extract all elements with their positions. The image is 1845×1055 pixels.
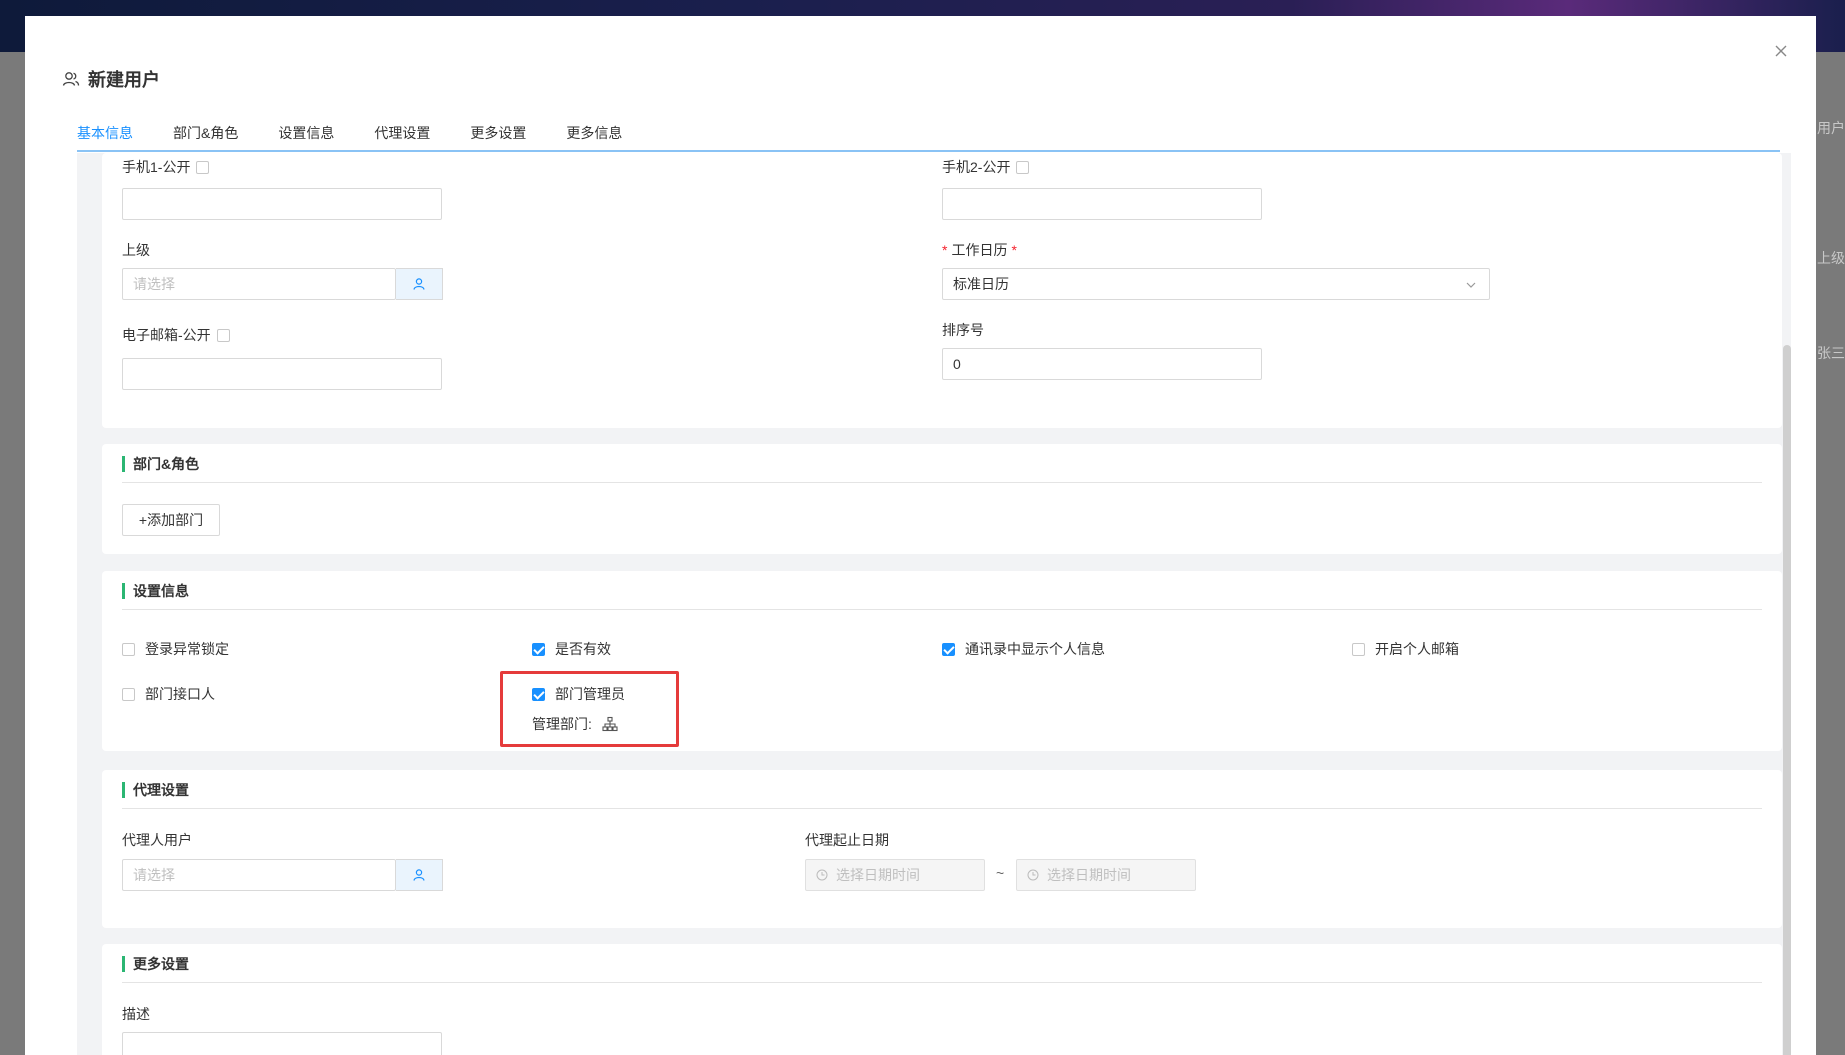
chevron-down-icon <box>1466 282 1476 288</box>
dialog-title-text: 新建用户 <box>88 70 160 90</box>
proxy-card: 代理设置 代理人用户 请选择 代理起止日期 选择日期时间 ~ 选择日期时间 <box>102 770 1782 928</box>
basic-info-card: 手机1-公开 手机2-公开 上级 请选择 * 工作日历 * 标准日历 电子邮箱-… <box>102 153 1782 428</box>
calendar-select[interactable]: 标准日历 <box>942 268 1490 300</box>
new-user-dialog: 新建用户 基本信息 部门&角色 设置信息 代理设置 更多设置 更多信息 手机1-… <box>25 16 1816 1055</box>
background-label-user: 用户 <box>1817 120 1845 136</box>
section-divider <box>122 982 1762 983</box>
superior-placeholder: 请选择 <box>133 276 175 292</box>
is-valid-checkbox-box <box>532 642 545 656</box>
settings-card: 设置信息 登录异常锁定 是否有效 通讯录中显示个人信息 开启个人邮箱 部门接口人 <box>102 571 1782 751</box>
settings-title: 设置信息 <box>122 583 189 599</box>
email-input[interactable] <box>122 358 442 390</box>
dept-admin-highlight <box>500 671 679 747</box>
calendar-label: * 工作日历 * <box>942 240 1017 260</box>
email-public-checkbox[interactable] <box>216 328 230 342</box>
phone1-public-checkbox[interactable] <box>196 160 210 174</box>
proxy-start-date-input[interactable]: 选择日期时间 <box>805 859 985 891</box>
background-label-name: 张三 <box>1817 345 1845 361</box>
calendar-required-mark: * <box>942 242 948 258</box>
email-label-text: 电子邮箱-公开 <box>122 327 211 343</box>
tab-basic-info[interactable]: 基本信息 <box>77 122 133 152</box>
background-label-superior: 上级 <box>1817 250 1845 266</box>
proxy-user-placeholder: 请选择 <box>133 867 175 883</box>
show-contact-checkbox[interactable]: 通讯录中显示个人信息 <box>942 639 1105 659</box>
calendar-required-mark-after: * <box>1011 242 1017 258</box>
description-textarea[interactable] <box>122 1032 442 1055</box>
superior-picker-button[interactable] <box>396 268 443 300</box>
date-range-separator: ~ <box>996 865 1005 881</box>
users-icon <box>62 72 80 86</box>
phone1-input[interactable] <box>122 188 442 220</box>
dept-role-card: 部门&角色 +添加部门 <box>102 444 1782 554</box>
clock-icon <box>1027 869 1039 881</box>
user-icon <box>413 869 425 881</box>
add-dept-button[interactable]: +添加部门 <box>122 504 220 536</box>
proxy-user-label: 代理人用户 <box>122 832 192 848</box>
clock-icon <box>816 869 828 881</box>
login-lock-checkbox-box <box>122 642 135 656</box>
dialog-title: 新建用户 <box>62 66 160 92</box>
sort-input[interactable]: 0 <box>942 348 1262 380</box>
dept-role-title: 部门&角色 <box>122 456 199 472</box>
show-contact-checkbox-box <box>942 642 955 656</box>
dept-contact-checkbox-box <box>122 687 135 701</box>
more-settings-card: 更多设置 描述 <box>102 944 1782 1055</box>
calendar-select-value: 标准日历 <box>953 276 1009 292</box>
is-valid-checkbox[interactable]: 是否有效 <box>532 639 611 659</box>
phone2-public-checkbox[interactable] <box>1016 160 1030 174</box>
section-divider <box>122 808 1762 809</box>
tab-bar: 基本信息 部门&角色 设置信息 代理设置 更多设置 更多信息 <box>77 122 1780 152</box>
phone2-label: 手机2-公开 <box>942 157 1030 177</box>
personal-mail-checkbox-box <box>1352 642 1365 656</box>
tab-more-info[interactable]: 更多信息 <box>566 122 622 152</box>
phone1-label-text: 手机1-公开 <box>122 159 191 175</box>
phone2-input[interactable] <box>942 188 1262 220</box>
user-icon <box>413 278 425 290</box>
section-divider <box>122 609 1762 610</box>
proxy-end-placeholder: 选择日期时间 <box>1047 867 1131 883</box>
login-lock-label: 登录异常锁定 <box>145 641 229 657</box>
sort-label: 排序号 <box>942 322 984 338</box>
personal-mail-label: 开启个人邮箱 <box>1375 641 1459 657</box>
content-scrollbar[interactable] <box>1783 345 1791 1055</box>
dept-contact-label: 部门接口人 <box>145 686 215 702</box>
description-label: 描述 <box>122 1006 150 1022</box>
dept-contact-checkbox[interactable]: 部门接口人 <box>122 684 215 704</box>
more-settings-title: 更多设置 <box>122 956 189 972</box>
phone2-label-text: 手机2-公开 <box>942 159 1011 175</box>
tab-dept-role[interactable]: 部门&角色 <box>173 122 238 152</box>
form-content: 手机1-公开 手机2-公开 上级 请选择 * 工作日历 * 标准日历 电子邮箱-… <box>77 153 1791 1055</box>
tab-more-settings[interactable]: 更多设置 <box>470 122 526 152</box>
proxy-user-picker-button[interactable] <box>396 859 443 891</box>
proxy-start-placeholder: 选择日期时间 <box>836 867 920 883</box>
tab-settings-info[interactable]: 设置信息 <box>278 122 334 152</box>
proxy-end-date-input[interactable]: 选择日期时间 <box>1016 859 1196 891</box>
email-label: 电子邮箱-公开 <box>122 325 230 345</box>
is-valid-label: 是否有效 <box>555 641 611 657</box>
close-icon[interactable] <box>1772 42 1790 60</box>
section-divider <box>122 482 1762 483</box>
personal-mail-checkbox[interactable]: 开启个人邮箱 <box>1352 639 1459 659</box>
show-contact-label: 通讯录中显示个人信息 <box>965 641 1105 657</box>
proxy-user-input[interactable]: 请选择 <box>122 859 396 891</box>
superior-label: 上级 <box>122 242 150 258</box>
proxy-date-label: 代理起止日期 <box>805 832 889 848</box>
phone1-label: 手机1-公开 <box>122 157 210 177</box>
proxy-title: 代理设置 <box>122 782 189 798</box>
calendar-label-text: 工作日历 <box>951 242 1008 258</box>
login-lock-checkbox[interactable]: 登录异常锁定 <box>122 639 229 659</box>
tab-underline <box>77 150 1780 152</box>
superior-input[interactable]: 请选择 <box>122 268 396 300</box>
tab-proxy-settings[interactable]: 代理设置 <box>374 122 430 152</box>
